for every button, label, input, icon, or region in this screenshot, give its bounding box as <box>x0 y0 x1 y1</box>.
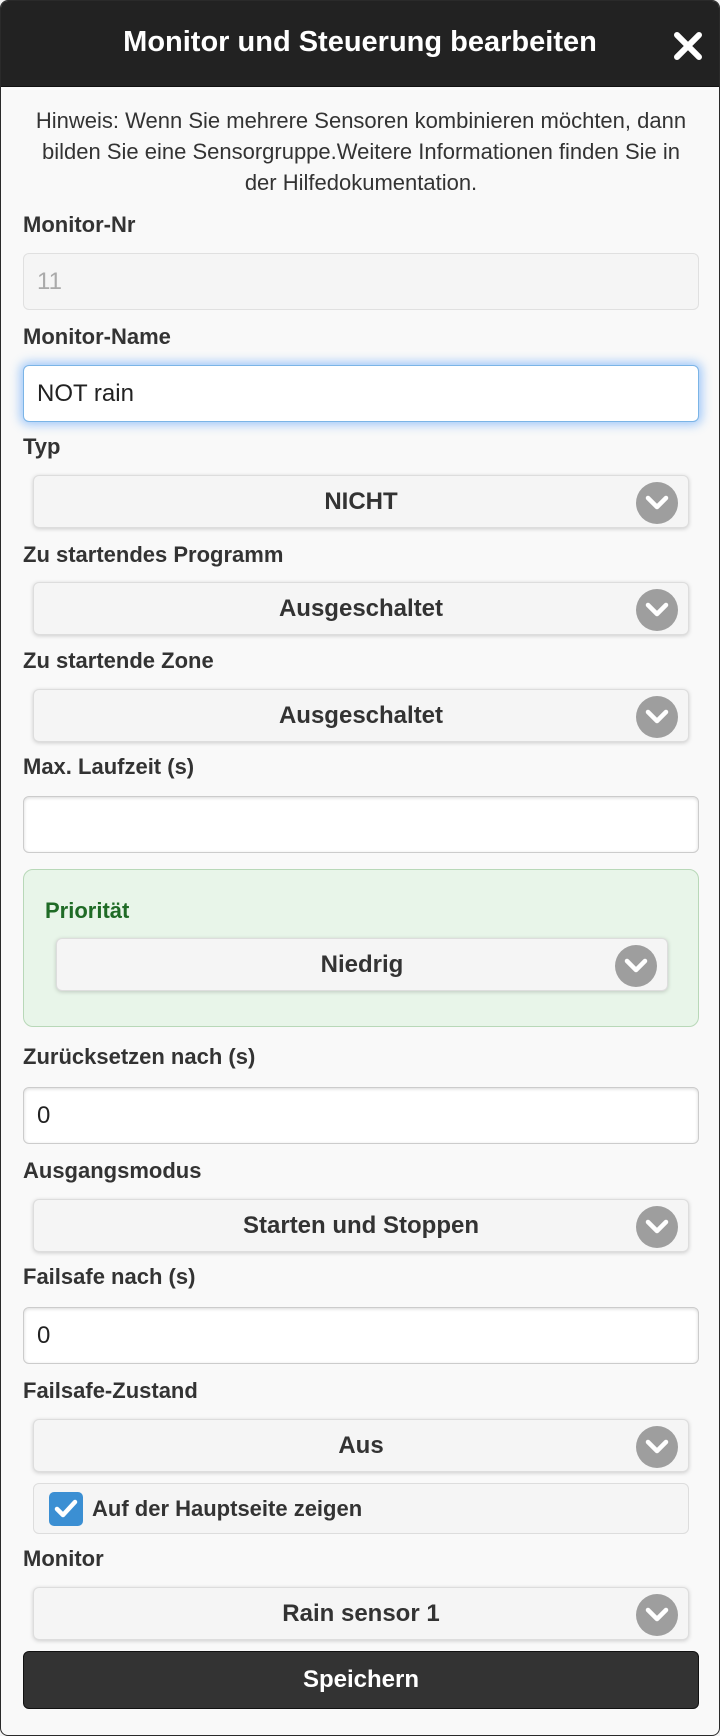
zone-label: Zu startende Zone <box>23 648 214 673</box>
zuruecksetzen-input[interactable]: 0 <box>23 1087 699 1144</box>
monitor-select-value: Rain sensor 1 <box>282 1600 440 1627</box>
monitor-nr-input: 11 <box>23 253 699 310</box>
priority-select[interactable]: Niedrig <box>56 938 668 991</box>
programm-select-value: Ausgeschaltet <box>278 595 444 622</box>
zone-select[interactable]: Ausgeschaltet <box>33 689 689 742</box>
ausgangsmodus-select-value: Starten und Stoppen <box>243 1212 479 1239</box>
close-icon[interactable] <box>673 31 703 61</box>
priority-label: Priorität <box>45 898 130 923</box>
chevron-down-icon <box>636 589 678 631</box>
failsafe-zustand-select-value: Aus <box>338 1432 384 1459</box>
monitor-nr-label: Monitor-Nr <box>23 212 136 237</box>
priority-panel: Priorität Niedrig <box>23 869 699 1027</box>
typ-select[interactable]: NICHT <box>33 475 689 528</box>
dialog-header: Monitor und Steuerung bearbeiten <box>1 1 719 87</box>
checkbox-checked-icon[interactable] <box>49 1492 83 1526</box>
ausgangsmodus-select[interactable]: Starten und Stoppen <box>33 1199 689 1252</box>
save-button[interactable]: Speichern <box>23 1651 699 1709</box>
failsafe-zustand-select[interactable]: Aus <box>33 1419 689 1472</box>
max-laufzeit-input[interactable] <box>23 796 699 853</box>
chevron-down-icon <box>636 696 678 738</box>
chevron-down-icon <box>636 482 678 524</box>
chevron-down-icon <box>636 1594 678 1636</box>
show-on-main-page-label: Auf der Hauptseite zeigen <box>92 1496 363 1521</box>
typ-select-value: NICHT <box>324 488 398 515</box>
zuruecksetzen-label: Zurücksetzen nach (s) <box>23 1044 256 1069</box>
chevron-down-icon <box>636 1426 678 1468</box>
edit-monitor-dialog: Monitor und Steuerung bearbeiten Hinweis… <box>0 0 720 1736</box>
max-laufzeit-label: Max. Laufzeit (s) <box>23 754 195 779</box>
programm-label: Zu startendes Programm <box>23 542 284 567</box>
zone-select-value: Ausgeschaltet <box>278 702 444 729</box>
monitor-name-label: Monitor-Name <box>23 324 171 349</box>
programm-select[interactable]: Ausgeschaltet <box>33 582 689 635</box>
failsafe-input[interactable]: 0 <box>23 1307 699 1364</box>
monitor-label: Monitor <box>23 1546 104 1571</box>
dialog-title: Monitor und Steuerung bearbeiten <box>123 26 597 58</box>
monitor-name-input[interactable]: NOT rain <box>23 365 699 422</box>
priority-select-value: Niedrig <box>320 951 404 978</box>
help-notice: Hinweis: Wenn Sie mehrere Sensoren kombi… <box>35 108 687 195</box>
typ-label: Typ <box>23 434 61 459</box>
monitor-select[interactable]: Rain sensor 1 <box>33 1587 689 1640</box>
ausgangsmodus-label: Ausgangsmodus <box>23 1158 202 1183</box>
show-on-main-page-checkbox-row[interactable]: Auf der Hauptseite zeigen <box>33 1483 689 1534</box>
failsafe-label: Failsafe nach (s) <box>23 1264 196 1289</box>
chevron-down-icon <box>615 945 657 987</box>
failsafe-zustand-label: Failsafe-Zustand <box>23 1378 198 1403</box>
chevron-down-icon <box>636 1206 678 1248</box>
